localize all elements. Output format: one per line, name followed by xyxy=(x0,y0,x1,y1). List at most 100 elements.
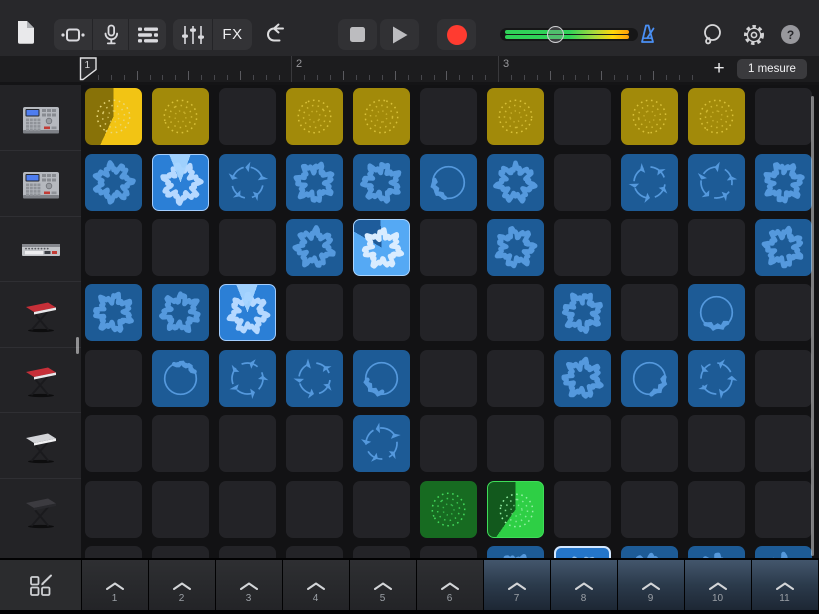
volume-slider[interactable] xyxy=(500,26,638,43)
track-header-drum-machine[interactable] xyxy=(0,150,81,215)
my-songs-button[interactable] xyxy=(12,17,38,47)
loop-cell-blue[interactable] xyxy=(688,349,745,407)
loop-cell-empty[interactable] xyxy=(554,415,611,473)
loop-cell-empty[interactable] xyxy=(420,415,477,473)
loop-cell-blue[interactable] xyxy=(85,153,142,211)
loop-cell-empty[interactable] xyxy=(755,480,812,538)
loop-cell-blue[interactable] xyxy=(688,284,745,342)
play-button[interactable] xyxy=(380,19,419,50)
loop-cell-blue[interactable] xyxy=(487,153,544,211)
loop-cell-blue[interactable] xyxy=(85,284,142,342)
loop-cell-empty[interactable] xyxy=(621,219,678,277)
loop-cell-empty[interactable] xyxy=(621,415,678,473)
undo-button[interactable] xyxy=(262,20,290,48)
loop-cell-empty[interactable] xyxy=(487,284,544,342)
loop-cell-empty[interactable] xyxy=(85,415,142,473)
loop-cell-empty[interactable] xyxy=(554,153,611,211)
loop-cell-blue[interactable] xyxy=(353,415,410,473)
loop-cell-yellow[interactable] xyxy=(621,88,678,146)
column-trigger-1[interactable]: 1 xyxy=(81,560,148,610)
add-column-button[interactable]: + xyxy=(706,56,732,82)
loop-cell-yellow[interactable] xyxy=(85,88,142,146)
help-button[interactable]: ? xyxy=(781,25,800,44)
loop-cell-blue[interactable] xyxy=(353,153,410,211)
loop-cell-empty[interactable] xyxy=(152,415,209,473)
loop-cell-empty[interactable] xyxy=(755,284,812,342)
loop-cell-empty[interactable] xyxy=(85,219,142,277)
edit-cells-button[interactable] xyxy=(0,560,81,610)
loop-cell-empty[interactable] xyxy=(219,480,276,538)
loop-cell-empty[interactable] xyxy=(420,284,477,342)
loop-cell-blue[interactable] xyxy=(286,349,343,407)
column-trigger-2[interactable]: 2 xyxy=(148,560,215,610)
loop-cell-green[interactable] xyxy=(420,480,477,538)
volume-slider-knob[interactable] xyxy=(547,26,564,43)
loop-cell-empty[interactable] xyxy=(85,349,142,407)
loop-cell-empty[interactable] xyxy=(688,415,745,473)
column-trigger-7[interactable]: 7 xyxy=(483,560,550,610)
loop-cell-empty[interactable] xyxy=(85,480,142,538)
track-header-keyboard-red[interactable] xyxy=(0,347,81,412)
loop-cell-empty[interactable] xyxy=(152,219,209,277)
tracks-view-button[interactable] xyxy=(129,19,166,50)
loop-cell-blue[interactable] xyxy=(755,153,812,211)
track-header-synth-module[interactable] xyxy=(0,216,81,281)
loop-cell-yellow[interactable] xyxy=(286,88,343,146)
loop-cell-empty[interactable] xyxy=(219,415,276,473)
loop-cell-empty[interactable] xyxy=(755,415,812,473)
loop-cell-empty[interactable] xyxy=(152,480,209,538)
loop-cell-empty[interactable] xyxy=(487,349,544,407)
loop-cell-empty[interactable] xyxy=(554,88,611,146)
loop-cell-blue[interactable] xyxy=(353,349,410,407)
loop-cell-blue[interactable] xyxy=(554,349,611,407)
loop-cell-blue[interactable] xyxy=(152,284,209,342)
fx-button[interactable]: FX xyxy=(213,19,252,50)
track-header-drum-machine[interactable] xyxy=(0,85,81,150)
loop-cell-blue[interactable] xyxy=(219,153,276,211)
loop-cell-yellow[interactable] xyxy=(487,88,544,146)
loop-cell-empty[interactable] xyxy=(420,349,477,407)
loop-cell-empty[interactable] xyxy=(353,284,410,342)
loop-cell-empty[interactable] xyxy=(286,284,343,342)
loop-cell-blue[interactable] xyxy=(621,349,678,407)
metronome-button[interactable] xyxy=(634,21,660,47)
grid-length-button[interactable]: 1 mesure xyxy=(737,59,807,79)
loop-cell-blue[interactable] xyxy=(755,219,812,277)
column-trigger-5[interactable]: 5 xyxy=(349,560,416,610)
record-button[interactable] xyxy=(437,19,476,50)
settings-button[interactable] xyxy=(740,21,767,48)
loop-cell-blue[interactable] xyxy=(554,284,611,342)
loop-cell-blue[interactable] xyxy=(420,153,477,211)
track-header-keyboard-white[interactable] xyxy=(0,412,81,477)
loop-cell-blue[interactable] xyxy=(219,349,276,407)
loop-cell-empty[interactable] xyxy=(755,88,812,146)
column-trigger-3[interactable]: 3 xyxy=(215,560,282,610)
loop-cell-empty[interactable] xyxy=(755,349,812,407)
vertical-scrollbar[interactable] xyxy=(811,96,814,556)
loop-cell-blue[interactable] xyxy=(152,153,209,211)
track-header-keyboard-red[interactable] xyxy=(0,281,81,346)
record-input-button[interactable] xyxy=(93,19,128,50)
loop-cell-blue[interactable] xyxy=(621,153,678,211)
loop-cell-blue[interactable] xyxy=(688,153,745,211)
loop-cell-empty[interactable] xyxy=(554,480,611,538)
loop-cell-green[interactable] xyxy=(487,480,544,538)
loop-cell-blue[interactable] xyxy=(286,153,343,211)
loop-cell-empty[interactable] xyxy=(420,88,477,146)
loop-cell-empty[interactable] xyxy=(554,219,611,277)
column-trigger-6[interactable]: 6 xyxy=(416,560,483,610)
loop-browser-button[interactable] xyxy=(698,22,725,48)
loop-cell-empty[interactable] xyxy=(621,284,678,342)
loop-cell-blue[interactable] xyxy=(487,219,544,277)
loop-cell-blue[interactable] xyxy=(152,349,209,407)
loop-cell-blue[interactable] xyxy=(286,219,343,277)
loop-cell-empty[interactable] xyxy=(621,480,678,538)
loop-cell-empty[interactable] xyxy=(487,415,544,473)
loop-cell-empty[interactable] xyxy=(688,480,745,538)
track-controls-button[interactable] xyxy=(173,19,212,50)
loop-cell-yellow[interactable] xyxy=(688,88,745,146)
loop-cell-yellow[interactable] xyxy=(152,88,209,146)
loop-cell-blue[interactable] xyxy=(219,284,276,342)
column-trigger-8[interactable]: 8 xyxy=(550,560,617,610)
loop-cell-empty[interactable] xyxy=(286,480,343,538)
